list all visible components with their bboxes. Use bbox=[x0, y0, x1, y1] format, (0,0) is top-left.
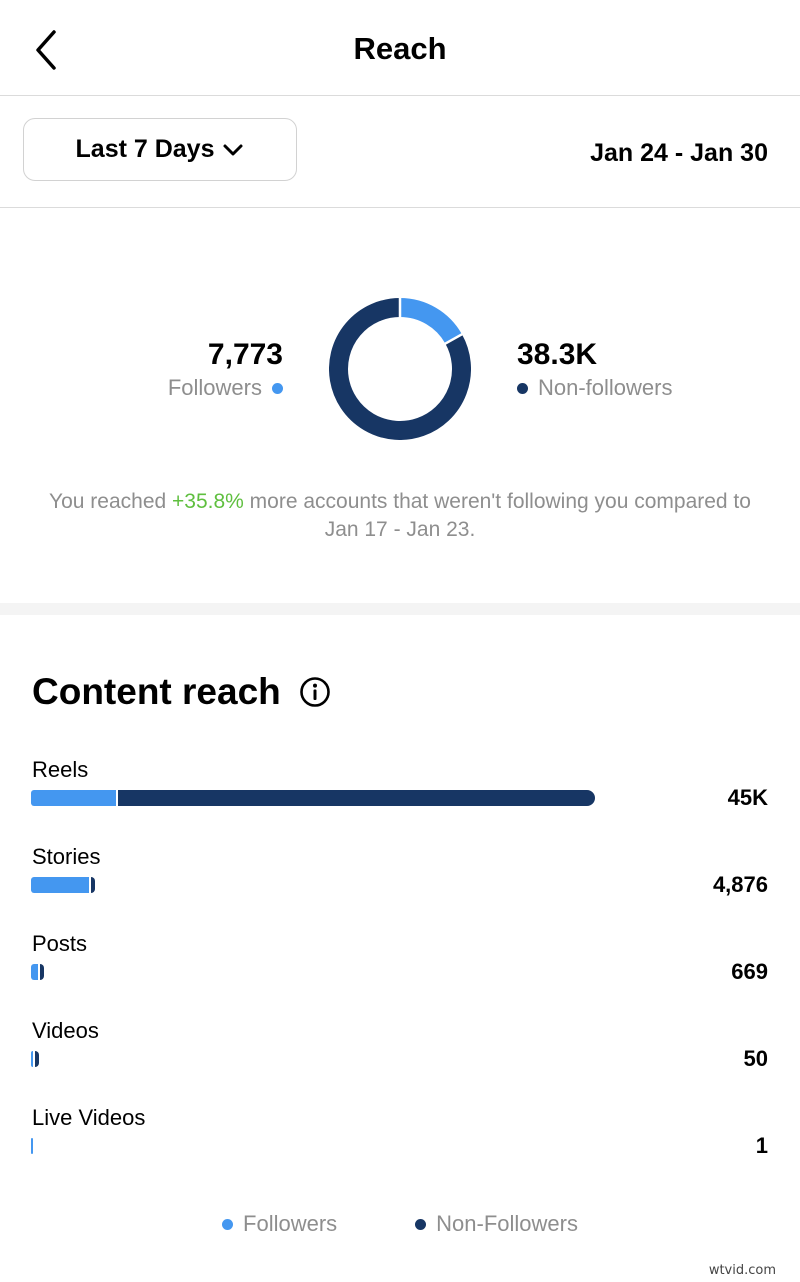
legend-non-followers-dot-icon bbox=[415, 1218, 427, 1230]
content-reach-title: Content reach bbox=[32, 671, 281, 712]
content-reach-row: Posts 669 bbox=[0, 931, 800, 1011]
non-followers-dot-icon bbox=[517, 382, 528, 394]
reach-donut-chart bbox=[329, 298, 471, 440]
row-label: Reels bbox=[32, 757, 89, 782]
date-range-text: Jan 24 - Jan 30 bbox=[590, 139, 768, 167]
info-circle-icon[interactable] bbox=[299, 676, 331, 708]
row-label: Videos bbox=[32, 1018, 99, 1043]
followers-label: Followers bbox=[167, 375, 262, 400]
reach-summary: 7,773 Followers 38.3K Non-followers You … bbox=[0, 208, 800, 603]
legend-non-followers: Non-Followers bbox=[415, 1211, 578, 1237]
content-reach-heading: Content reach bbox=[32, 671, 331, 713]
legend-followers: Followers bbox=[222, 1211, 337, 1237]
comparison-prefix: You reached bbox=[49, 490, 173, 513]
non-followers-stat: 38.3K Non-followers bbox=[517, 337, 673, 403]
chevron-down-icon bbox=[223, 144, 243, 155]
followers-stat-label-row: Followers bbox=[168, 373, 283, 403]
bar-segment-non-followers bbox=[35, 1051, 39, 1067]
date-range-dropdown[interactable]: Last 7 Days bbox=[23, 118, 297, 181]
reach-comparison-text: You reached +35.8% more accounts that we… bbox=[40, 488, 760, 544]
bar-segment-followers bbox=[31, 1051, 33, 1067]
content-reach-section: Content reach Reels 45K Stories 4,876 Posts 6… bbox=[0, 615, 800, 1282]
date-range-dropdown-label: Last 7 Days bbox=[75, 135, 215, 163]
filter-bar: Last 7 Days Jan 24 - Jan 30 bbox=[0, 96, 800, 208]
bar-segment-followers bbox=[31, 1138, 33, 1154]
row-label: Stories bbox=[32, 844, 101, 869]
content-reach-row: Stories 4,876 bbox=[0, 844, 800, 924]
content-reach-row: Reels 45K bbox=[0, 757, 800, 837]
row-label: Live Videos bbox=[32, 1105, 146, 1130]
content-reach-row: Videos 50 bbox=[0, 1018, 800, 1098]
bar-segment-followers bbox=[31, 877, 90, 893]
row-value: 1 bbox=[755, 1133, 768, 1158]
donut-slice-followers bbox=[399, 298, 462, 344]
non-followers-value: 38.3K bbox=[517, 338, 598, 371]
comparison-suffix: more accounts that weren't following you… bbox=[243, 490, 751, 541]
non-followers-stat-label-row: Non-followers bbox=[517, 373, 673, 403]
comparison-percent: +35.8% bbox=[172, 490, 244, 513]
page-title: Reach bbox=[353, 31, 447, 66]
section-divider bbox=[0, 603, 800, 615]
bar-segment-non-followers bbox=[117, 790, 595, 806]
legend-non-followers-label: Non-Followers bbox=[436, 1211, 578, 1236]
row-value: 669 bbox=[731, 959, 768, 984]
legend-followers-label: Followers bbox=[243, 1211, 338, 1236]
non-followers-label: Non-followers bbox=[538, 375, 673, 400]
followers-dot-icon bbox=[272, 382, 283, 394]
watermark-text: wtvid.com bbox=[708, 1263, 776, 1278]
followers-stat: 7,773 Followers bbox=[168, 337, 283, 403]
bar-segment-followers bbox=[31, 790, 116, 806]
legend-followers-dot-icon bbox=[222, 1218, 234, 1230]
row-value: 4,876 bbox=[712, 872, 768, 897]
content-reach-row: Live Videos 1 bbox=[0, 1105, 800, 1185]
row-value: 50 bbox=[743, 1046, 768, 1071]
row-value: 45K bbox=[727, 785, 768, 810]
bar-segment-followers bbox=[31, 964, 39, 980]
row-label: Posts bbox=[32, 931, 88, 956]
chart-legend: Followers Non-Followers bbox=[0, 1211, 800, 1237]
followers-value: 7,773 bbox=[207, 338, 283, 371]
bar-segment-non-followers bbox=[91, 877, 96, 893]
header-bar: Reach bbox=[0, 0, 800, 96]
bar-segment-non-followers bbox=[40, 964, 45, 980]
